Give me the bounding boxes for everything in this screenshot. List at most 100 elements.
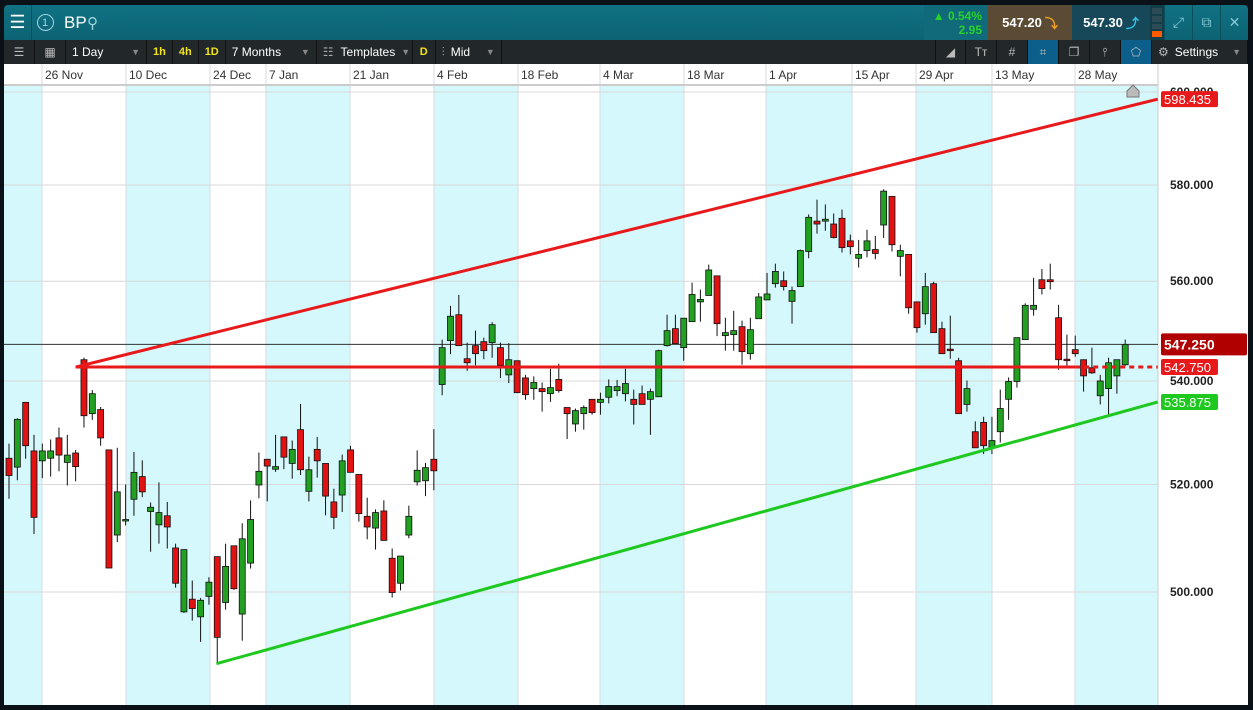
candle[interactable]: [238, 523, 246, 641]
candle[interactable]: [213, 556, 221, 664]
quick-interval-1h[interactable]: 1h: [147, 40, 173, 64]
candle[interactable]: [530, 376, 538, 400]
grid-icon[interactable]: #: [997, 40, 1028, 64]
candle[interactable]: [105, 449, 113, 569]
templates-select[interactable]: ☷ Templates ▼: [317, 40, 413, 64]
candle[interactable]: [580, 405, 588, 430]
candle[interactable]: [1005, 377, 1012, 420]
bullish-candle-body: [305, 469, 313, 492]
candle[interactable]: [755, 292, 763, 320]
candle[interactable]: [230, 545, 238, 590]
layout-icon[interactable]: ▦: [35, 40, 66, 64]
price-chart[interactable]: 26 Nov 10 Dec 24 Dec 7 Jan 21 Jan 4 Feb 18 Feb…: [4, 64, 1248, 705]
candle[interactable]: [1030, 277, 1037, 316]
candle[interactable]: [1013, 337, 1021, 388]
d-toggle[interactable]: D: [413, 40, 436, 64]
price-label-icon[interactable]: ⬠: [1121, 40, 1152, 64]
crosshair-icon[interactable]: ⌗: [1028, 40, 1059, 64]
candle[interactable]: [930, 281, 938, 334]
candle[interactable]: [1038, 269, 1046, 295]
candle[interactable]: [388, 548, 396, 598]
candle[interactable]: [413, 450, 421, 486]
quick-interval-1d[interactable]: 1D: [199, 40, 226, 64]
candle[interactable]: [180, 549, 188, 613]
candle[interactable]: [347, 445, 354, 473]
candle[interactable]: [746, 317, 754, 360]
candle[interactable]: [547, 368, 554, 402]
date-label: 7 Jan: [269, 68, 298, 82]
candle[interactable]: [855, 239, 863, 268]
candle[interactable]: [88, 390, 96, 420]
lower-support-trendline[interactable]: [216, 400, 1159, 666]
buy-price-button[interactable]: 547.30 ⤴: [1072, 5, 1150, 40]
interval-select[interactable]: 1 Day ▼: [66, 40, 147, 64]
candle[interactable]: [905, 254, 913, 314]
candle[interactable]: [72, 449, 80, 482]
candle[interactable]: [513, 360, 521, 394]
popout-icon[interactable]: ⧉: [1192, 5, 1220, 40]
price-type-select[interactable]: ⫶ Mid ▼: [436, 40, 502, 64]
search-icon[interactable]: ⚲: [87, 5, 104, 40]
candle[interactable]: [572, 408, 579, 432]
candle[interactable]: [97, 406, 105, 446]
close-icon[interactable]: ✕: [1220, 5, 1248, 40]
candle[interactable]: [721, 317, 729, 351]
candle[interactable]: [222, 543, 229, 610]
candle[interactable]: [47, 439, 55, 477]
candle[interactable]: [172, 543, 180, 588]
list-icon[interactable]: ☰: [4, 40, 35, 64]
text-tool-icon[interactable]: Tт: [966, 40, 997, 64]
settings-button[interactable]: ⚙ Settings ▼: [1152, 40, 1248, 64]
candle[interactable]: [588, 398, 596, 415]
workspace-number-badge[interactable]: 1: [32, 5, 58, 40]
candle[interactable]: [738, 320, 746, 365]
candle[interactable]: [55, 427, 63, 472]
candle[interactable]: [522, 374, 529, 400]
candle[interactable]: [863, 229, 871, 258]
candle[interactable]: [355, 474, 363, 522]
candle[interactable]: [796, 249, 804, 288]
candle[interactable]: [1055, 304, 1062, 370]
date-label: 1 Apr: [769, 68, 797, 82]
candle[interactable]: [380, 500, 388, 541]
candle[interactable]: [1063, 334, 1071, 366]
candle[interactable]: [996, 389, 1004, 443]
candle[interactable]: [705, 264, 713, 296]
candle[interactable]: [688, 282, 696, 323]
candle[interactable]: [880, 189, 888, 238]
drawing-tool-icon[interactable]: ◢: [935, 40, 966, 64]
hamburger-menu-icon[interactable]: ☰: [4, 5, 32, 40]
quick-interval-4h[interactable]: 4h: [173, 40, 199, 64]
candle[interactable]: [422, 462, 429, 497]
range-select[interactable]: 7 Months ▼: [226, 40, 317, 64]
candle[interactable]: [397, 555, 404, 591]
candle[interactable]: [655, 349, 663, 398]
candle[interactable]: [888, 195, 896, 252]
indicator-icon[interactable]: ⫯: [1090, 40, 1121, 64]
candle[interactable]: [113, 447, 121, 543]
candle[interactable]: [247, 500, 254, 569]
candle[interactable]: [1021, 303, 1029, 341]
candle[interactable]: [896, 244, 904, 277]
candle[interactable]: [563, 407, 571, 439]
layers-icon[interactable]: ❐: [1059, 40, 1090, 64]
candle[interactable]: [1046, 263, 1054, 290]
candle[interactable]: [255, 452, 263, 499]
symbol-label[interactable]: BP: [58, 5, 87, 40]
candle[interactable]: [538, 382, 546, 412]
sell-price-button[interactable]: 547.20 ⤵: [988, 5, 1072, 40]
candle[interactable]: [805, 214, 813, 259]
candle[interactable]: [363, 497, 371, 540]
bullish-candle-body: [1013, 337, 1021, 382]
candle[interactable]: [871, 236, 879, 260]
bearish-candle-body: [630, 398, 638, 405]
expand-icon[interactable]: ⤢: [1164, 5, 1192, 40]
candle[interactable]: [405, 505, 413, 539]
candle[interactable]: [913, 301, 921, 333]
candle[interactable]: [63, 434, 71, 486]
candle[interactable]: [713, 275, 721, 337]
chart-canvas[interactable]: 26 Nov 10 Dec 24 Dec 7 Jan 21 Jan 4 Feb 18 Feb…: [4, 64, 1248, 705]
templates-label: Templates: [340, 45, 396, 59]
candle[interactable]: [372, 509, 379, 550]
candle[interactable]: [696, 289, 704, 322]
